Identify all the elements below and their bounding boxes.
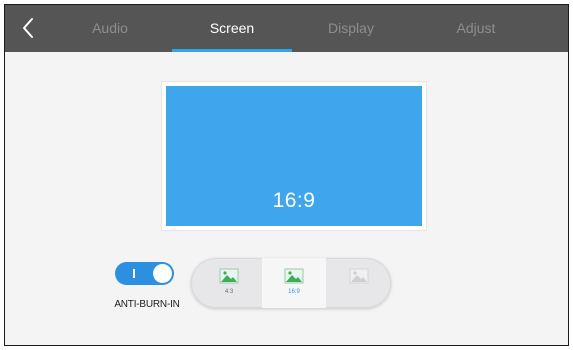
settings-window: Audio Screen Display Adjust 16:9 ANTI-BU… — [4, 4, 569, 346]
aspect-label-4-3: 4:3 — [224, 289, 234, 295]
aspect-label-16-9: 16:9 — [288, 289, 300, 295]
tab-adjust[interactable]: Adjust — [417, 5, 535, 52]
aspect-option-other[interactable] — [327, 258, 391, 308]
preview-ratio-label: 16:9 — [272, 189, 316, 212]
toggle-knob — [153, 264, 172, 283]
top-tab-bar: Audio Screen Display Adjust — [5, 5, 568, 52]
tab-audio[interactable]: Audio — [51, 5, 169, 52]
anti-burn-in-label: ANTI-BURN-IN — [114, 299, 180, 310]
preview-display-area: 16:9 — [166, 86, 422, 226]
aspect-option-16-9[interactable]: 16:9 — [262, 258, 326, 308]
tab-screen[interactable]: Screen — [172, 5, 292, 52]
aspect-option-4-3[interactable]: 4:3 — [197, 258, 261, 308]
toggle-on-indicator — [133, 269, 135, 278]
image-icon — [349, 268, 369, 284]
tab-display[interactable]: Display — [292, 5, 410, 52]
screen-preview: 16:9 — [162, 82, 426, 230]
screen-settings-panel: 16:9 ANTI-BURN-IN 4:3 16:9 — [5, 52, 568, 345]
chevron-left-icon — [23, 18, 33, 38]
image-icon — [219, 268, 239, 284]
image-icon — [284, 268, 304, 284]
anti-burn-in-toggle[interactable] — [115, 262, 174, 285]
back-button[interactable] — [17, 14, 41, 42]
aspect-ratio-selector: 4:3 16:9 — [191, 258, 391, 308]
